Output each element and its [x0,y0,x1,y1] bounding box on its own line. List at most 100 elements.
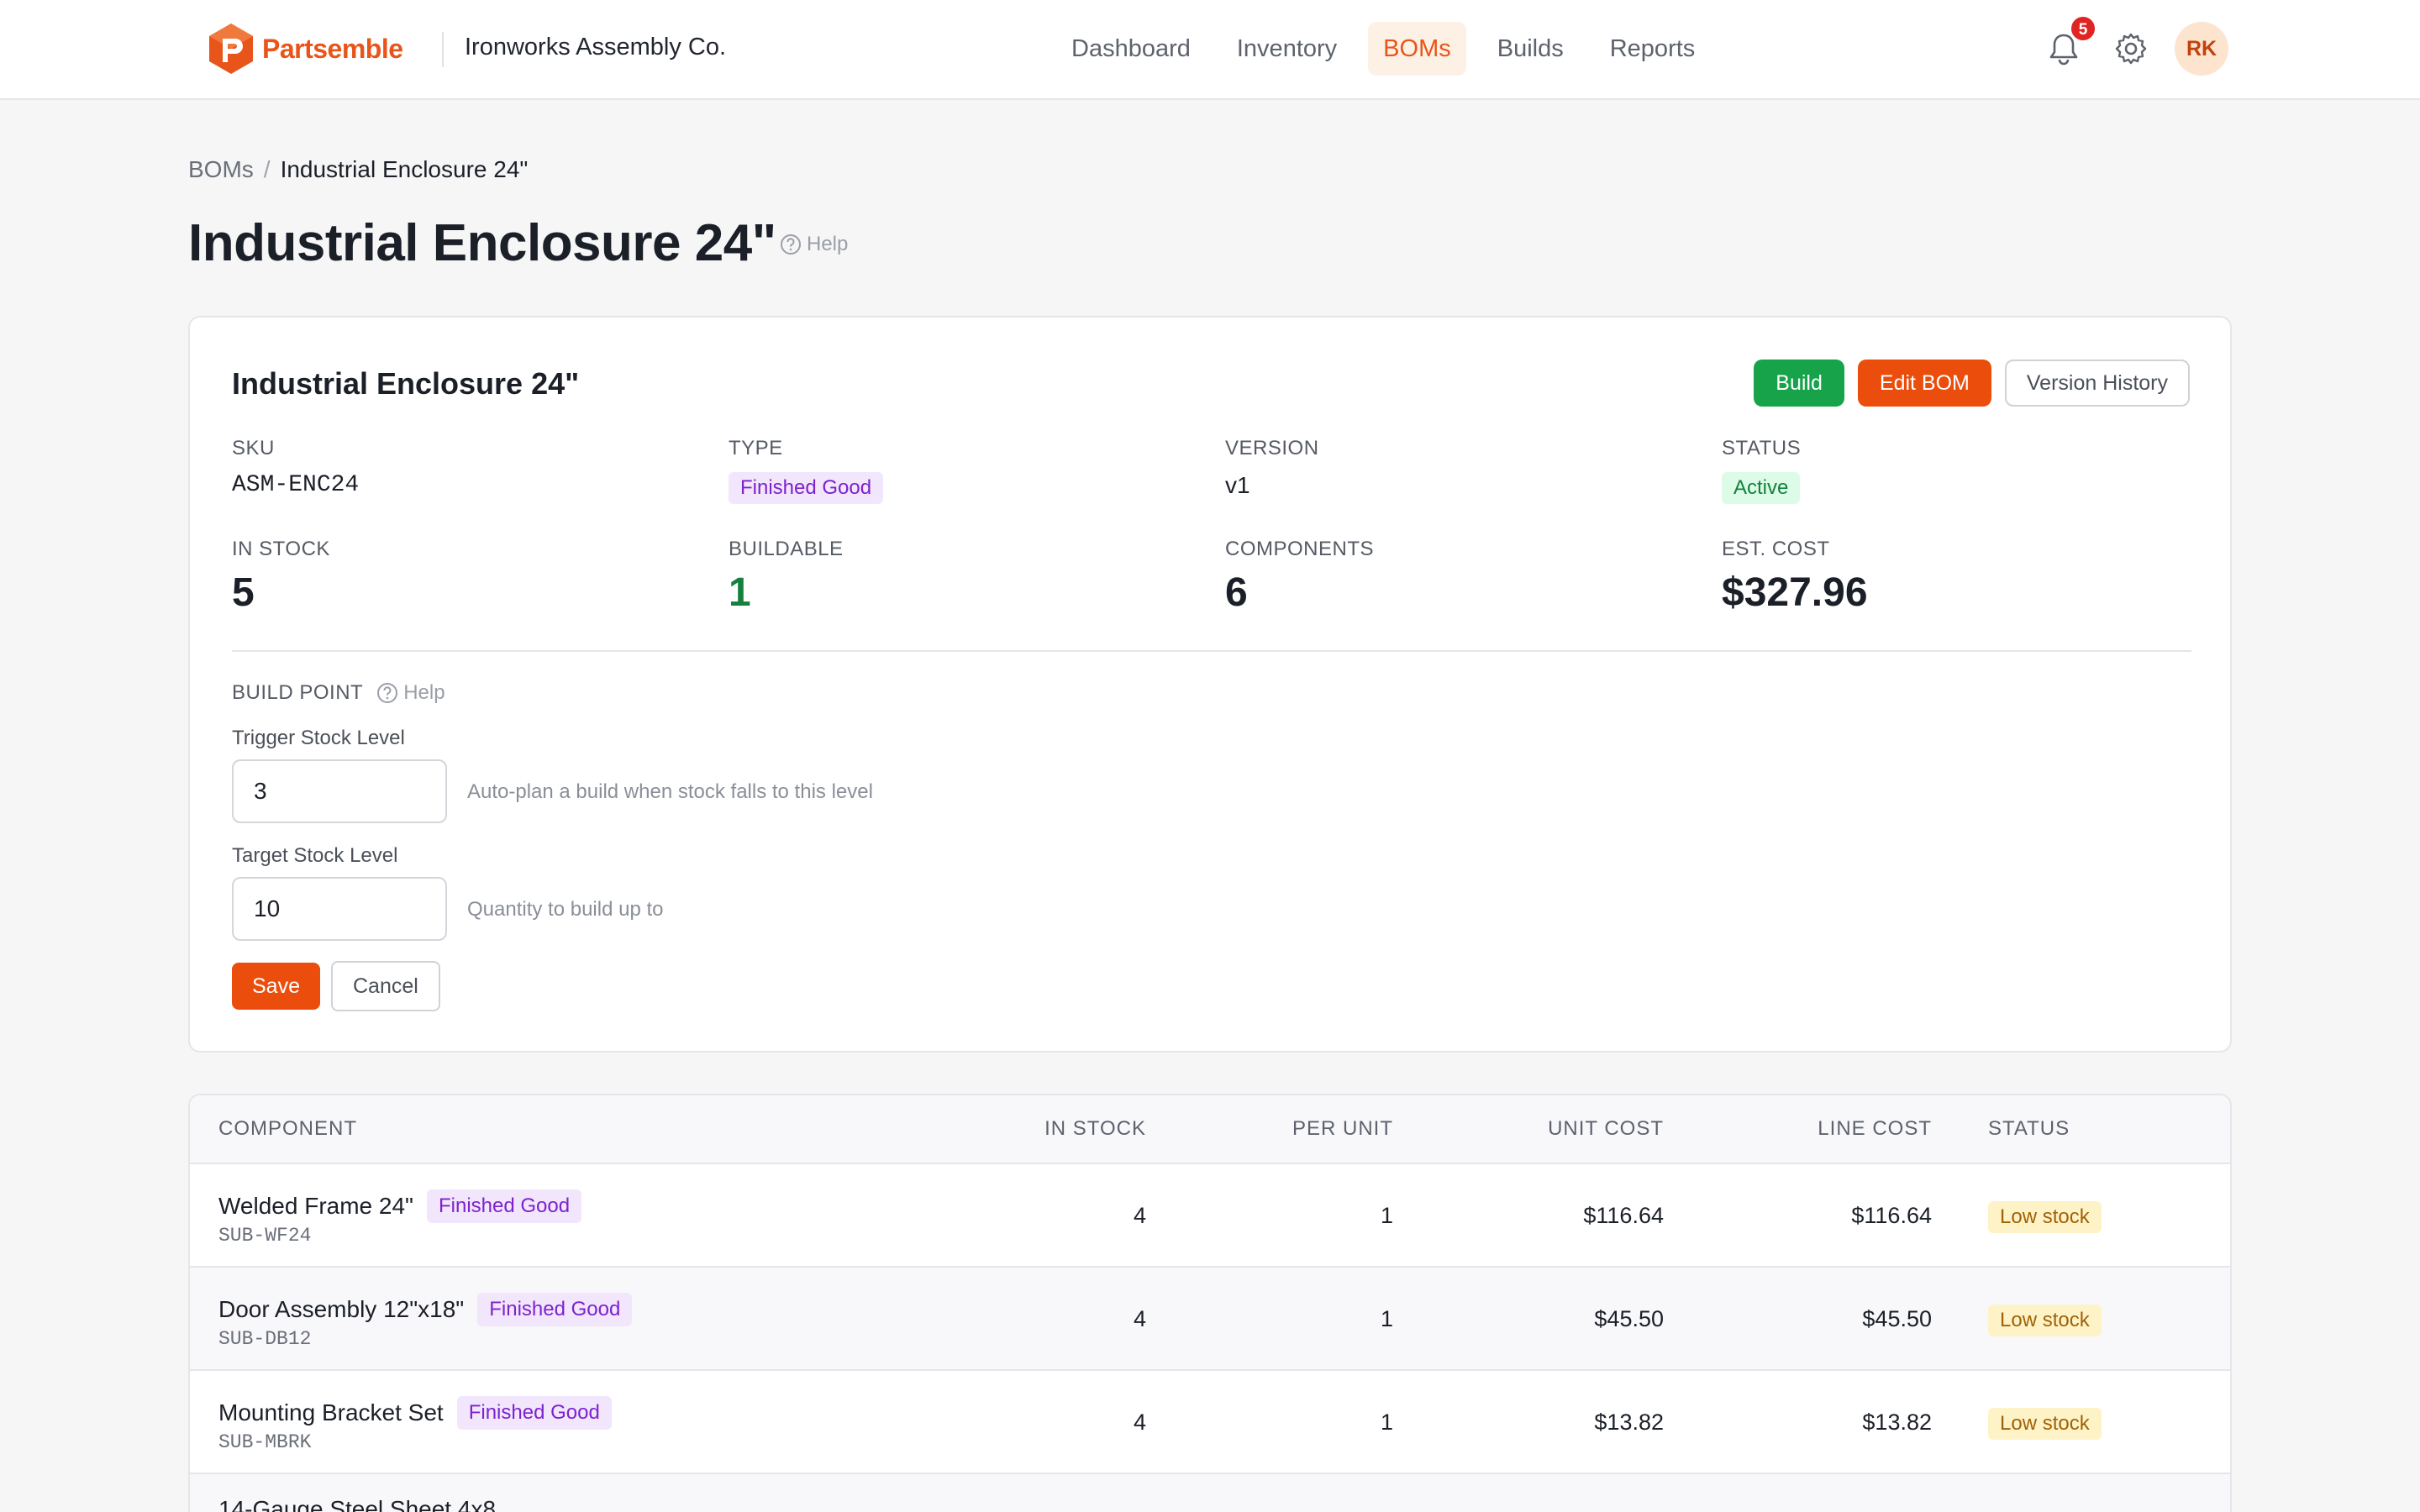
nav-boms[interactable]: BOMs [1368,22,1466,76]
status-cell: Low stock [1988,1305,2102,1336]
col-per-unit[interactable]: PER UNIT [1292,1117,1393,1141]
stat-components: COMPONENTS 6 [1225,538,1374,616]
status-badge: Active [1722,472,1801,504]
breadcrumb-boms[interactable]: BOMs [188,156,254,183]
buildable-value: 1 [729,570,751,615]
edit-bom-button[interactable]: Edit BOM [1857,360,1991,407]
status-cell: Low stock [1988,1408,2102,1440]
help-circle-icon [781,234,801,255]
stat-label: IN STOCK [232,538,330,560]
card-divider [232,650,2191,652]
components-table: COMPONENT IN STOCK PER UNIT UNIT COST LI… [188,1094,2232,1512]
cancel-button[interactable]: Cancel [331,961,440,1011]
table-row[interactable]: Door Assembly 12"x18" Finished Good SUB-… [190,1268,2230,1371]
low-stock-badge: Low stock [1988,1201,2102,1233]
component-type-badge: Finished Good [456,1396,612,1430]
line-cost-cell: $13.82 [1862,1410,1932,1435]
col-component[interactable]: COMPONENT [218,1117,357,1141]
stat-label: BUILDABLE [729,538,844,560]
est-cost-value: $327.96 [1722,570,1868,615]
help-label: Help [807,233,849,255]
table-row[interactable]: Mounting Bracket Set Finished Good SUB-M… [190,1371,2230,1474]
help-circle-icon [377,683,398,703]
component-name-cell: Mounting Bracket Set Finished Good [218,1396,612,1430]
col-unit-cost[interactable]: UNIT COST [1548,1117,1664,1141]
breadcrumb-separator: / [263,156,271,182]
trigger-stock-input[interactable]: 3 [232,759,447,823]
table-header: COMPONENT IN STOCK PER UNIT UNIT COST LI… [190,1095,2230,1164]
gear-icon[interactable] [2114,32,2148,66]
unit-cost-cell: $45.50 [1594,1306,1664,1331]
version-history-button[interactable]: Version History [2004,360,2190,407]
main-nav: Dashboard Inventory BOMs Builds Reports [1056,22,1726,76]
line-cost-cell: $45.50 [1862,1306,1932,1331]
nav-builds[interactable]: Builds [1482,22,1579,76]
brand-name: Partsemble [262,33,403,64]
components-value: 6 [1225,570,1248,615]
in-stock-cell: 4 [1133,1203,1146,1228]
component-type-badge: Finished Good [426,1189,582,1223]
component-sku: SUB-WF24 [218,1225,312,1247]
in-stock-value: 5 [232,570,255,615]
version-value: v1 [1225,472,1250,498]
stat-label: VERSION [1225,437,1319,459]
company-name: Ironworks Assembly Co. [465,34,727,60]
card-title: Industrial Enclosure 24" [232,366,580,401]
sku-value: ASM-ENC24 [232,472,360,498]
target-hint: Quantity to build up to [467,898,664,921]
component-name[interactable]: Mounting Bracket Set [218,1399,444,1426]
component-name-cell: Door Assembly 12"x18" Finished Good [218,1293,633,1326]
unit-cost-cell: $13.82 [1594,1410,1664,1435]
trigger-hint: Auto-plan a build when stock falls to th… [467,780,873,803]
stat-status: STATUS Active [1722,437,1801,504]
component-type-badge: Finished Good [477,1293,633,1326]
build-point-label: BUILD POINT [232,681,364,704]
card-actions: Build Edit BOM Version History [1754,360,2190,407]
status-cell: Low stock [1988,1201,2102,1233]
nav-dashboard[interactable]: Dashboard [1056,22,1206,76]
brand[interactable]: Partsemble [207,22,403,76]
table-row[interactable]: Welded Frame 24" Finished Good SUB-WF24 … [190,1164,2230,1268]
stat-sku: SKU ASM-ENC24 [232,437,359,498]
table-row[interactable]: 14-Gauge Steel Sheet 4x8 [190,1474,2230,1512]
per-unit-cell: 1 [1380,1410,1393,1435]
notification-badge: 5 [2070,15,2096,42]
page-title: Industrial Enclosure 24" [188,214,776,272]
stat-in-stock: IN STOCK 5 [232,538,330,616]
low-stock-badge: Low stock [1988,1305,2102,1336]
unit-cost-cell: $116.64 [1583,1203,1664,1228]
type-badge: Finished Good [729,472,884,504]
stat-label: SKU [232,437,275,459]
component-name[interactable]: Welded Frame 24" [218,1193,413,1220]
stat-type: TYPE Finished Good [729,437,884,504]
component-name[interactable]: Door Assembly 12"x18" [218,1296,464,1323]
col-in-stock[interactable]: IN STOCK [1044,1117,1146,1141]
per-unit-cell: 1 [1380,1306,1393,1331]
partsemble-logo-icon [209,24,253,74]
col-line-cost[interactable]: LINE COST [1818,1117,1932,1141]
nav-reports[interactable]: Reports [1595,22,1711,76]
stat-label: STATUS [1722,437,1802,459]
stat-buildable: BUILDABLE 1 [729,538,844,616]
top-navbar: Partsemble Ironworks Assembly Co. Dashbo… [0,0,2420,100]
save-button[interactable]: Save [232,963,320,1010]
build-button[interactable]: Build [1754,360,1844,407]
stat-est-cost: EST. COST $327.96 [1722,538,1868,616]
stat-label: EST. COST [1722,538,1830,560]
component-name[interactable]: 14-Gauge Steel Sheet 4x8 [218,1496,496,1512]
title-help-link[interactable]: Help [780,233,848,256]
breadcrumb: BOMs / Industrial Enclosure 24" [188,156,528,183]
brand-divider [442,32,444,67]
stat-label: TYPE [729,437,783,459]
in-stock-cell: 4 [1133,1306,1146,1331]
build-point-help-link[interactable]: Help [376,681,445,705]
user-avatar[interactable]: RK [2175,22,2228,76]
line-cost-cell: $116.64 [1851,1203,1932,1228]
build-point-header: BUILD POINT Help [232,681,445,705]
nav-inventory[interactable]: Inventory [1222,22,1352,76]
target-stock-input[interactable]: 10 [232,877,447,941]
breadcrumb-current: Industrial Enclosure 24" [280,156,529,182]
col-status[interactable]: STATUS [1988,1117,2070,1141]
per-unit-cell: 1 [1380,1203,1393,1228]
stat-version: VERSION v1 [1225,437,1319,499]
